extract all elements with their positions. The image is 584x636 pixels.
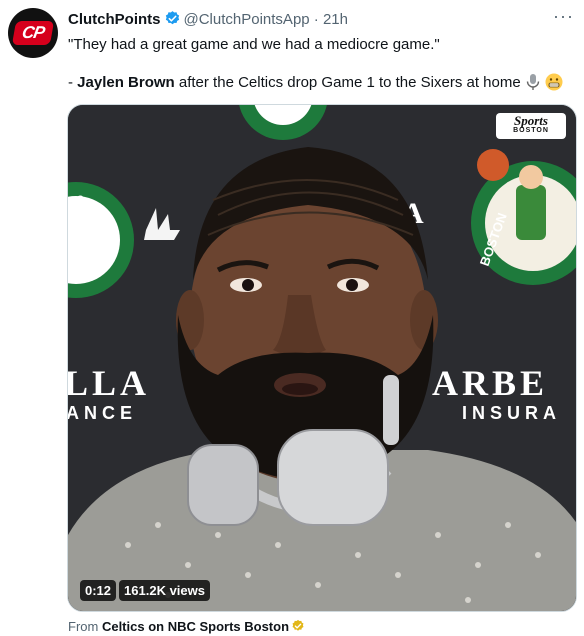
tweet-header: ClutchPoints @ClutchPointsApp · 21h (68, 10, 348, 31)
nbc-sports-boston-logo: Sports BOSTON (496, 113, 566, 139)
handle[interactable]: @ClutchPointsApp (184, 11, 310, 28)
logo-top-text: Sports (514, 113, 548, 128)
attribution-name: Jaylen Brown (77, 74, 175, 91)
bg-left-text-2: ANCE (68, 403, 137, 423)
attribution-rest: after the Celtics drop Game 1 to the Six… (174, 74, 521, 91)
timestamp[interactable]: 21h (323, 11, 348, 28)
video-timecode: 0:12 (80, 580, 117, 601)
video-player[interactable]: CELTICS BOSTON A LLA ARBE ANCE INSURA Sp… (67, 104, 577, 612)
from-attribution: From Celtics on NBC Sports Boston (68, 619, 305, 636)
gold-verified-badge-icon (291, 619, 305, 636)
display-name[interactable]: ClutchPoints (68, 11, 161, 28)
attribution-prefix: - (68, 74, 78, 91)
avatar[interactable]: CP (8, 8, 58, 58)
video-views: 161.2K views (119, 580, 210, 601)
tweet-line-attribution: - Jaylen Brown after the Celtics drop Ga… (68, 73, 563, 97)
bg-right-text-1: ARBE (432, 363, 548, 403)
verified-badge-icon (164, 10, 181, 31)
microphone-icon (524, 73, 542, 97)
grimacing-face-icon (545, 73, 563, 97)
clutchpoints-logo: CP (11, 21, 55, 45)
from-prefix: From (68, 619, 102, 634)
bg-right-text-2: INSURA (462, 403, 561, 423)
video-frame: CELTICS BOSTON A LLA ARBE ANCE INSURA (68, 105, 576, 611)
from-source-link[interactable]: Celtics on NBC Sports Boston (102, 619, 289, 634)
tweet-line-quote: "They had a great game and we had a medi… (68, 36, 440, 53)
logo-bottom-text: BOSTON (513, 127, 549, 134)
separator-dot: · (313, 11, 319, 28)
video-stats: 0:12 161.2K views (80, 580, 210, 601)
bg-left-text-1: LLA (68, 363, 150, 403)
more-horizontal-icon[interactable]: ··· (553, 6, 574, 27)
